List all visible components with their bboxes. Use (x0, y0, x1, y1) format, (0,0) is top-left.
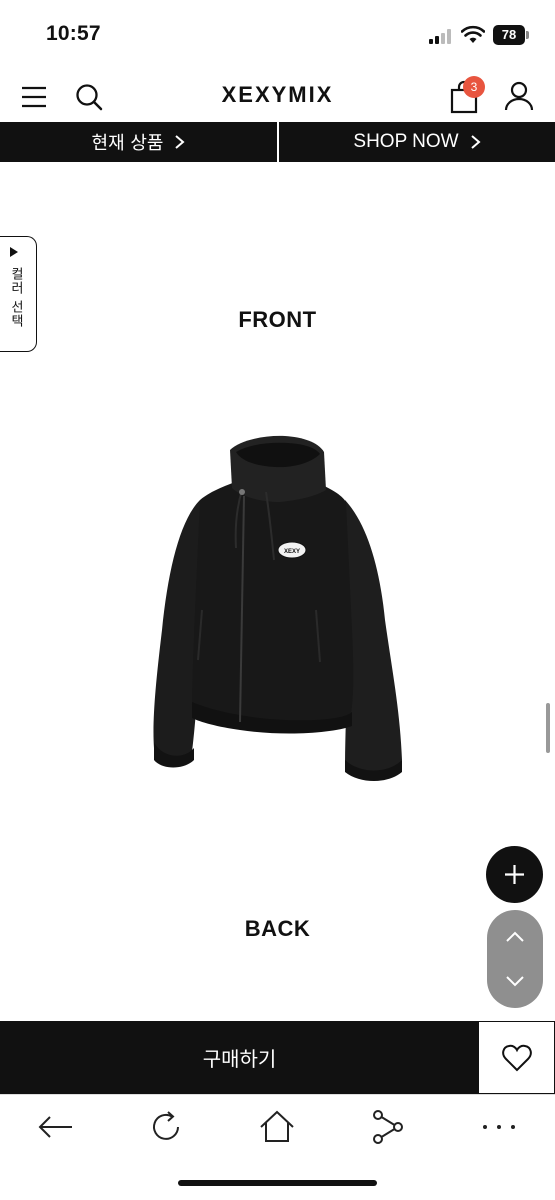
refresh-icon[interactable] (146, 1107, 186, 1147)
heart-icon (502, 1044, 532, 1072)
user-icon[interactable] (503, 80, 535, 112)
color-select-tab[interactable]: 컬러 선택 (0, 236, 37, 352)
browser-toolbar (0, 1094, 555, 1156)
wishlist-button[interactable] (479, 1021, 555, 1094)
status-time: 10:57 (46, 22, 101, 45)
purchase-bar: 구매하기 (0, 1021, 555, 1094)
triangle-right-icon (10, 247, 18, 257)
chevron-down-icon[interactable] (487, 959, 543, 1008)
chevron-up-icon[interactable] (487, 910, 543, 959)
tab-current-product[interactable]: 현재 상품 (0, 122, 277, 162)
battery-icon: 78 (493, 25, 529, 45)
tab-shop-now-label: SHOP NOW (353, 131, 459, 152)
buy-button-label: 구매하기 (202, 1047, 277, 1071)
tab-current-product-label: 현재 상품 (91, 133, 164, 154)
home-icon[interactable] (257, 1107, 297, 1147)
product-tab-bar: 현재 상품 SHOP NOW (0, 122, 555, 162)
back-arrow-icon[interactable] (36, 1107, 76, 1147)
chevron-right-icon (470, 135, 481, 149)
plus-icon (505, 865, 524, 884)
chevron-right-icon (175, 135, 186, 149)
buy-button[interactable]: 구매하기 (0, 1021, 479, 1094)
cart-count-badge: 3 (463, 76, 485, 98)
home-indicator[interactable] (178, 1180, 377, 1186)
share-icon[interactable] (368, 1107, 408, 1147)
scroll-indicator[interactable] (546, 703, 550, 753)
jacket-badge-text: XEXY (284, 549, 300, 555)
scroll-nav-control (487, 910, 543, 1008)
tab-shop-now[interactable]: SHOP NOW (279, 122, 555, 162)
product-image-front: XEXY (153, 435, 402, 781)
expand-button[interactable] (486, 846, 543, 903)
signal-icon (429, 29, 455, 44)
battery-level: 78 (493, 25, 525, 45)
front-title: FRONT (238, 307, 317, 332)
site-header: XEXYMIX 3 (0, 70, 555, 126)
wifi-icon (461, 25, 485, 43)
more-icon[interactable] (479, 1107, 519, 1147)
status-bar: 10:57 78 (0, 0, 555, 70)
back-title: BACK (244, 916, 311, 941)
